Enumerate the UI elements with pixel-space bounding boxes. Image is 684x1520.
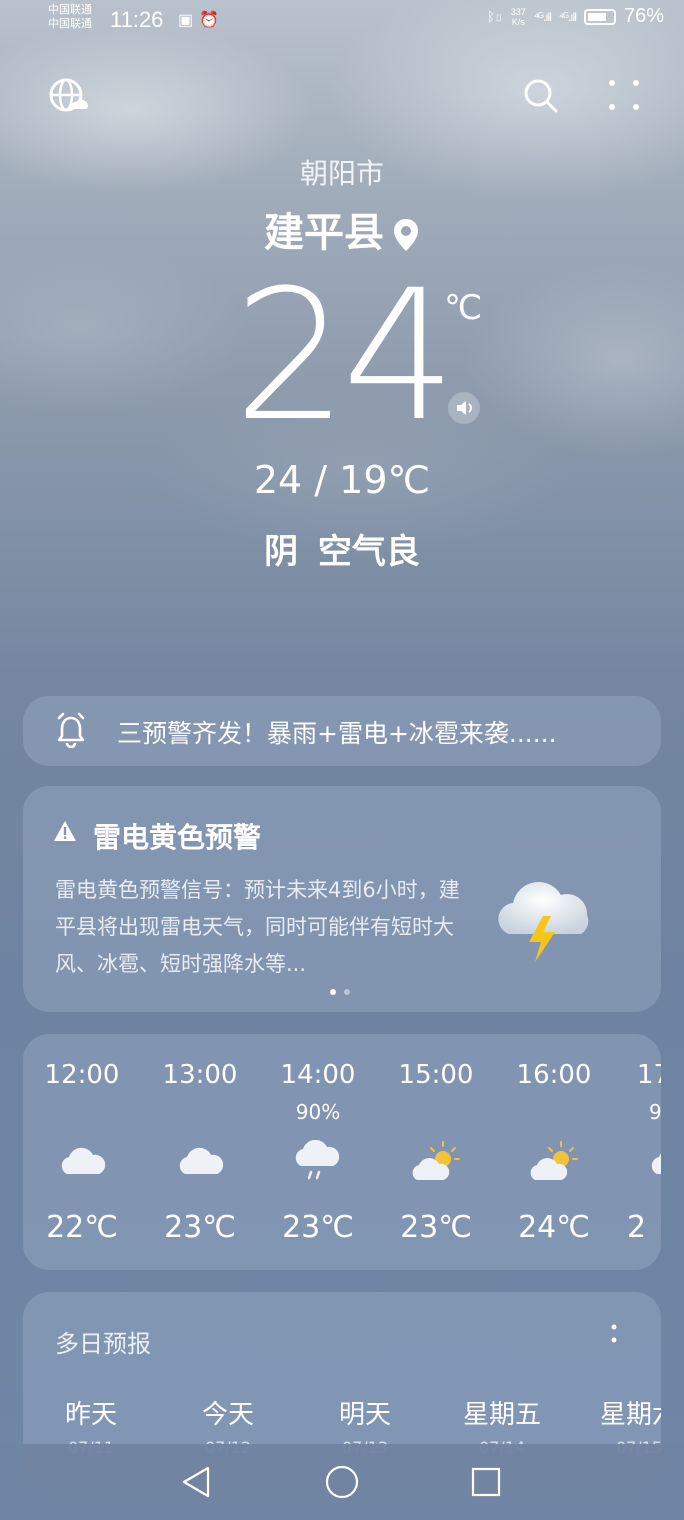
thunderstorm-icon bbox=[498, 882, 589, 962]
hourly-temp: 22℃ bbox=[46, 1210, 118, 1245]
alert-banner-text: 三预警齐发！暴雨+雷电+冰雹来袭...... bbox=[117, 719, 557, 748]
cloudy-icon bbox=[651, 1153, 661, 1174]
signal-icon-1: ⁴ᴳ.ıll bbox=[533, 9, 552, 24]
location-pin-icon bbox=[394, 219, 418, 251]
net-speed-value: 337 bbox=[510, 6, 526, 17]
cloudy-icon bbox=[179, 1147, 224, 1174]
alarm-icon: ⏰ bbox=[199, 12, 226, 29]
weather-condition: 阴 空气良 bbox=[264, 532, 420, 572]
cloudy-icon bbox=[61, 1147, 106, 1174]
district-name: 建平县 bbox=[264, 210, 384, 256]
notification-icons: ▣⏰ bbox=[178, 10, 225, 30]
net-speed-unit: K/s bbox=[511, 16, 525, 27]
city-name: 朝阳市 bbox=[299, 157, 384, 190]
hourly-time: 14:00 bbox=[280, 1060, 356, 1090]
hourly-item: 13:00 23℃ bbox=[141, 1034, 259, 1270]
warning-title: 雷电黄色预警 bbox=[93, 821, 262, 854]
hourly-forecast-card[interactable]: 12:00 22℃ 13:00 23℃ 14:00 90% 23℃ 15:00 bbox=[23, 1034, 661, 1270]
hourly-time: 16:00 bbox=[516, 1060, 592, 1090]
hourly-time: 17 bbox=[637, 1060, 661, 1090]
rain-icon bbox=[295, 1140, 340, 1180]
globe-icon bbox=[49, 78, 89, 112]
alert-banner[interactable]: 三预警齐发！暴雨+雷电+冰雹来袭...... bbox=[23, 696, 661, 766]
hourly-item: 17 9 2 bbox=[613, 1034, 661, 1270]
hourly-item: 16:00 24℃ bbox=[495, 1034, 613, 1270]
alarm-bell-icon bbox=[57, 712, 85, 748]
hourly-time: 12:00 bbox=[44, 1060, 120, 1090]
hourly-item: 14:00 90% 23℃ bbox=[259, 1034, 377, 1270]
hourly-temp: 23℃ bbox=[282, 1210, 354, 1245]
hourly-time: 15:00 bbox=[398, 1060, 474, 1090]
carrier-labels: 中国联通 中国联通 bbox=[48, 3, 92, 31]
warning-body: 雷电黄色预警信号：预计未来4到6小时，建平县将出现雷电天气，同时可能伴有短时大风… bbox=[55, 878, 460, 976]
search-button[interactable] bbox=[520, 75, 560, 115]
hourly-precip: 90% bbox=[295, 1100, 341, 1124]
partly-sunny-icon bbox=[412, 1141, 460, 1180]
hourly-temp: 2 bbox=[627, 1210, 647, 1245]
battery-icon bbox=[583, 8, 616, 25]
net-speed: 337 K/s bbox=[511, 7, 526, 27]
hourly-time: 13:00 bbox=[162, 1060, 238, 1090]
status-time: 11:26 bbox=[110, 7, 164, 32]
hourly-temp: 24℃ bbox=[518, 1210, 590, 1245]
current-temperature: 24 bbox=[233, 252, 456, 461]
partly-sunny-icon bbox=[530, 1141, 578, 1180]
voice-broadcast-button[interactable] bbox=[448, 392, 480, 424]
temperature-range: 24 / 19℃ bbox=[253, 458, 431, 502]
page-indicator bbox=[330, 989, 350, 995]
signal-icon-2: ⁴ᴳ.ıll bbox=[558, 9, 577, 24]
multi-day-title: 多日预报 bbox=[55, 1330, 151, 1358]
carrier-2: 中国联通 bbox=[48, 18, 92, 30]
hourly-item: 12:00 22℃ bbox=[23, 1034, 141, 1270]
day-label: 星期五 bbox=[462, 1400, 541, 1430]
carrier-1: 中国联通 bbox=[48, 4, 92, 16]
battery-percent: 76% bbox=[623, 5, 664, 27]
city-manage-button[interactable] bbox=[48, 75, 89, 115]
speaker-icon bbox=[457, 401, 472, 415]
day-label: 昨天 bbox=[64, 1400, 117, 1430]
hourly-item: 15:00 23℃ bbox=[377, 1034, 495, 1270]
district-title[interactable]: 建平县 bbox=[0, 200, 684, 258]
status-right: ᛒ▯ 337 K/s ⁴ᴳ.ıll ⁴ᴳ.ıll 76% bbox=[487, 5, 664, 28]
more-options-button[interactable] bbox=[604, 75, 644, 115]
bluetooth-icon: ᛒ▯ bbox=[487, 9, 503, 24]
warning-card[interactable]: 雷电黄色预警 雷电黄色预警信号：预计未来4到6小时，建平县将出现雷电天气，同时可… bbox=[23, 786, 661, 1012]
back-icon[interactable] bbox=[180, 1464, 212, 1500]
temperature-unit: ℃ bbox=[444, 288, 483, 328]
day-label: 明天 bbox=[338, 1400, 391, 1430]
more-dots-icon bbox=[609, 80, 639, 110]
day-label: 今天 bbox=[201, 1400, 254, 1430]
hourly-temp: 23℃ bbox=[400, 1210, 472, 1245]
recents-icon[interactable] bbox=[470, 1464, 502, 1500]
status-bar: 中国联通 中国联通 11:26 ▣⏰ ᛒ▯ 337 K/s ⁴ᴳ.ıll ⁴ᴳ.… bbox=[0, 0, 684, 44]
hourly-precip: 9 bbox=[649, 1100, 661, 1124]
system-nav-bar bbox=[0, 1444, 684, 1520]
day-label: 星期六 bbox=[599, 1400, 661, 1430]
home-icon[interactable] bbox=[324, 1464, 360, 1500]
warning-triangle-icon bbox=[54, 821, 76, 841]
app-notification-icon: ▣ bbox=[178, 12, 200, 29]
search-icon bbox=[524, 79, 558, 113]
more-vertical-icon[interactable] bbox=[609, 1322, 619, 1352]
hourly-temp: 23℃ bbox=[164, 1210, 236, 1245]
